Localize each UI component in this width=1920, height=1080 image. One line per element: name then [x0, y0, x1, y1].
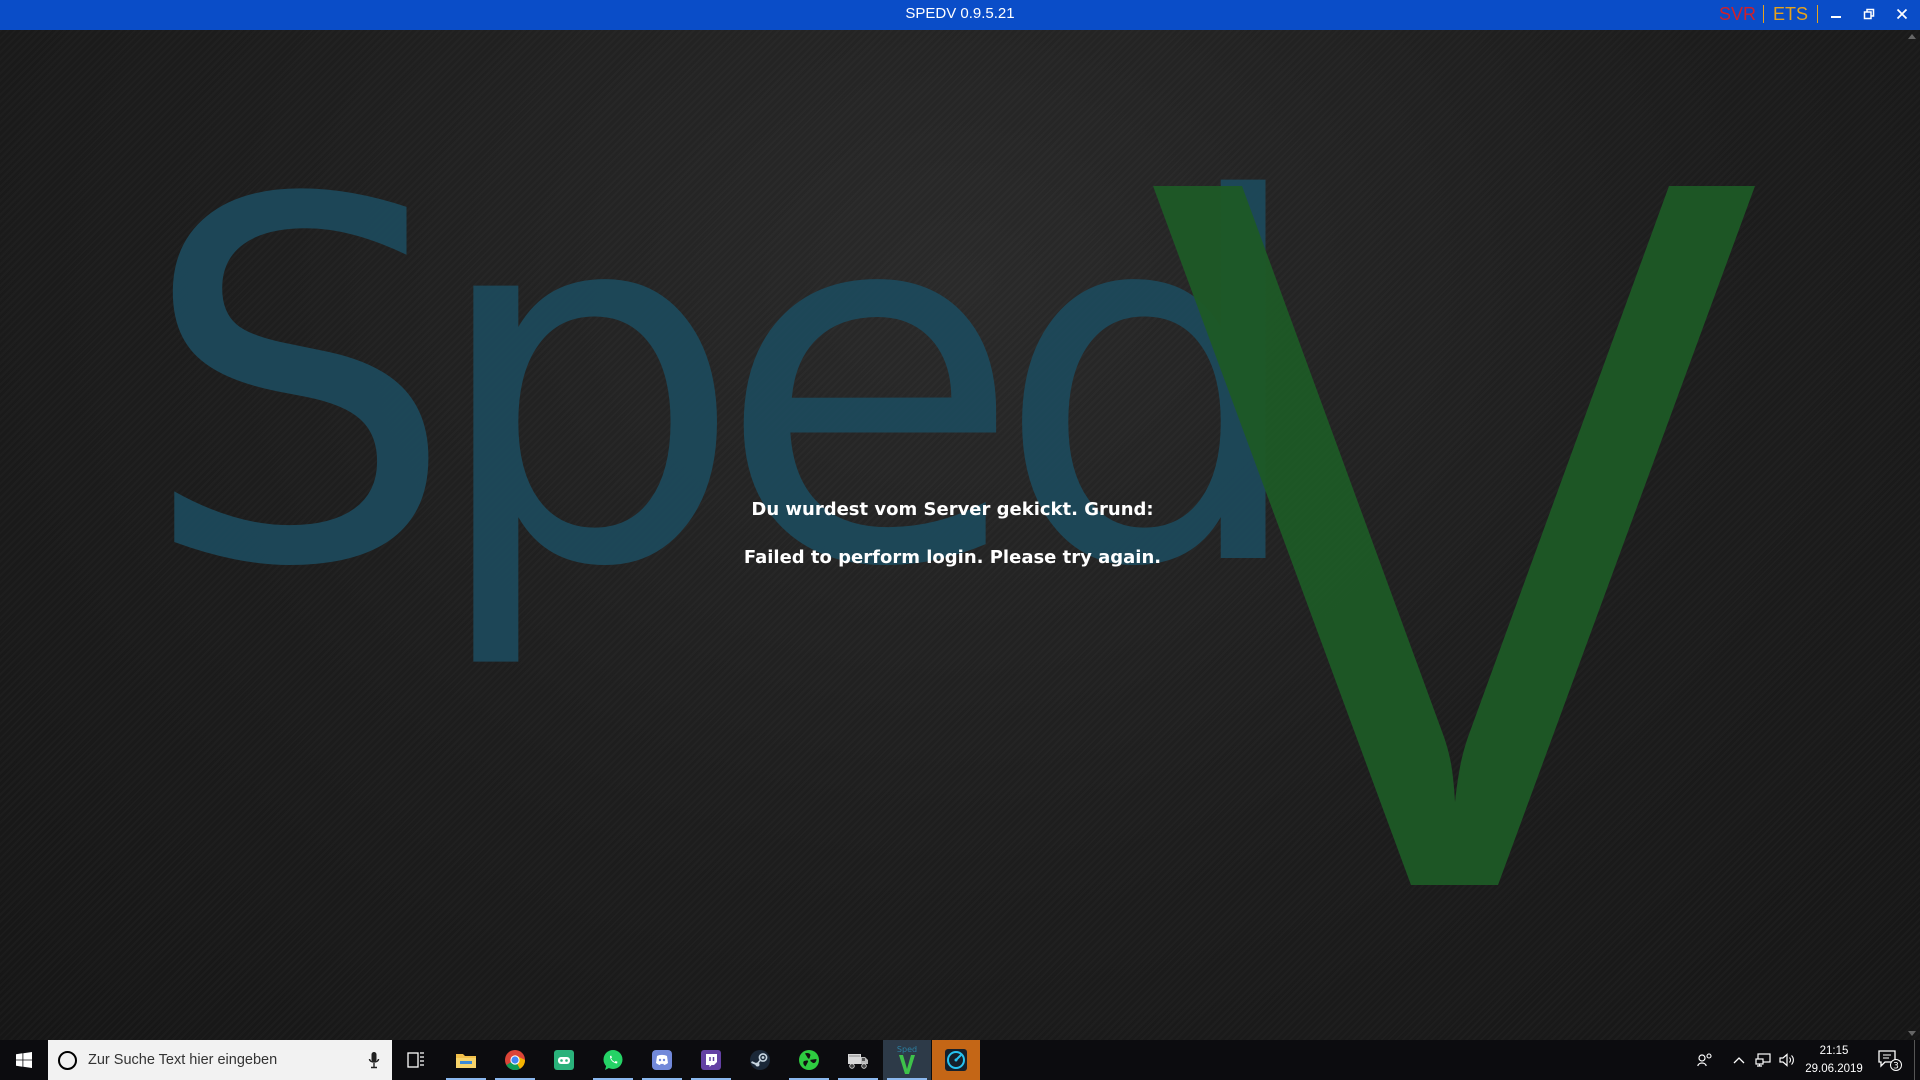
brand-separator [1763, 5, 1764, 23]
svg-text:Sped: Sped [897, 1045, 917, 1054]
people-button[interactable] [1692, 1040, 1718, 1080]
restore-button[interactable] [1853, 0, 1885, 28]
taskbar-file-explorer[interactable] [442, 1040, 490, 1080]
taskbar-truck-game[interactable] [834, 1040, 882, 1080]
windows-logo-icon [16, 1052, 32, 1068]
speedometer-app-icon [945, 1049, 967, 1071]
search-box[interactable]: Zur Suche Text hier eingeben [48, 1040, 392, 1080]
taskbar-twitch[interactable] [687, 1040, 735, 1080]
steam-icon [750, 1050, 770, 1070]
start-button[interactable] [0, 1040, 48, 1080]
taskbar-gamepad-app[interactable] [540, 1040, 588, 1080]
brand-svr: SVR [1719, 4, 1757, 24]
taskbar-discord[interactable] [638, 1040, 686, 1080]
close-button[interactable] [1886, 0, 1918, 28]
notification-icon: 3 [1878, 1050, 1902, 1071]
notification-count: 3 [1893, 1061, 1899, 1071]
volume-button[interactable] [1775, 1040, 1799, 1080]
main-area: Sped Du wurdest vom Server gekickt. Grun… [0, 30, 1920, 1040]
taskbar-spedv[interactable]: Sped [883, 1040, 931, 1080]
brand-separator-2 [1817, 5, 1818, 23]
truck-game-icon [848, 1054, 868, 1069]
spedv-app-icon: Sped [897, 1045, 917, 1074]
taskbar-clock[interactable]: 21:15 29.06.2019 [1800, 1040, 1868, 1080]
file-explorer-icon [456, 1054, 476, 1068]
scroll-up-arrow-icon[interactable] [1908, 34, 1916, 39]
chevron-up-icon [1733, 1057, 1745, 1064]
title-bar[interactable]: SPEDV 0.9.5.21 SVR ETS [0, 0, 1920, 30]
vertical-scrollbar[interactable] [1905, 30, 1920, 1040]
brand-ets: ETS [1773, 4, 1809, 24]
scroll-down-arrow-icon[interactable] [1908, 1031, 1916, 1036]
restore-icon [1863, 8, 1875, 20]
taskbar-steam[interactable] [736, 1040, 784, 1080]
kick-message-reason: Failed to perform login. Please try agai… [743, 547, 1162, 568]
spedv-logo: Sped [140, 97, 1755, 885]
minimize-button[interactable] [1820, 0, 1852, 28]
gamepad-app-icon [554, 1050, 574, 1070]
twitch-icon [701, 1050, 721, 1070]
show-desktop-divider[interactable] [1914, 1040, 1915, 1080]
network-button[interactable] [1751, 1040, 1775, 1080]
search-placeholder: Zur Suche Text hier eingeben [88, 1052, 278, 1068]
show-hidden-icons-button[interactable] [1729, 1040, 1749, 1080]
window-title: SPEDV 0.9.5.21 [905, 5, 1015, 22]
cortana-icon [58, 1051, 77, 1070]
speaker-icon [1779, 1053, 1794, 1067]
whatsapp-icon [603, 1050, 623, 1070]
action-center-button[interactable]: 3 [1872, 1040, 1908, 1080]
discord-icon [652, 1050, 672, 1070]
task-view-button[interactable] [392, 1040, 440, 1080]
taskbar-speedometer-app[interactable] [932, 1040, 980, 1080]
network-icon [1755, 1053, 1771, 1067]
taskbar-green-app[interactable] [785, 1040, 833, 1080]
close-icon [1896, 8, 1908, 20]
clock-date: 29.06.2019 [1805, 1063, 1863, 1075]
kick-message-title: Du wurdest vom Server gekickt. Grund: [751, 499, 1154, 520]
clock-time: 21:15 [1819, 1045, 1849, 1057]
green-fan-app-icon [799, 1050, 819, 1070]
logo-text-sped: Sped [140, 97, 1283, 676]
task-view-icon [407, 1052, 424, 1068]
taskbar-whatsapp[interactable] [589, 1040, 637, 1080]
taskbar: Zur Suche Text hier eingeben Sped 21:15 … [0, 1040, 1920, 1080]
microphone-icon[interactable] [368, 1051, 380, 1069]
chrome-icon [505, 1050, 526, 1071]
people-icon [1697, 1053, 1712, 1067]
taskbar-chrome[interactable] [491, 1040, 539, 1080]
minimize-icon [1831, 16, 1841, 18]
